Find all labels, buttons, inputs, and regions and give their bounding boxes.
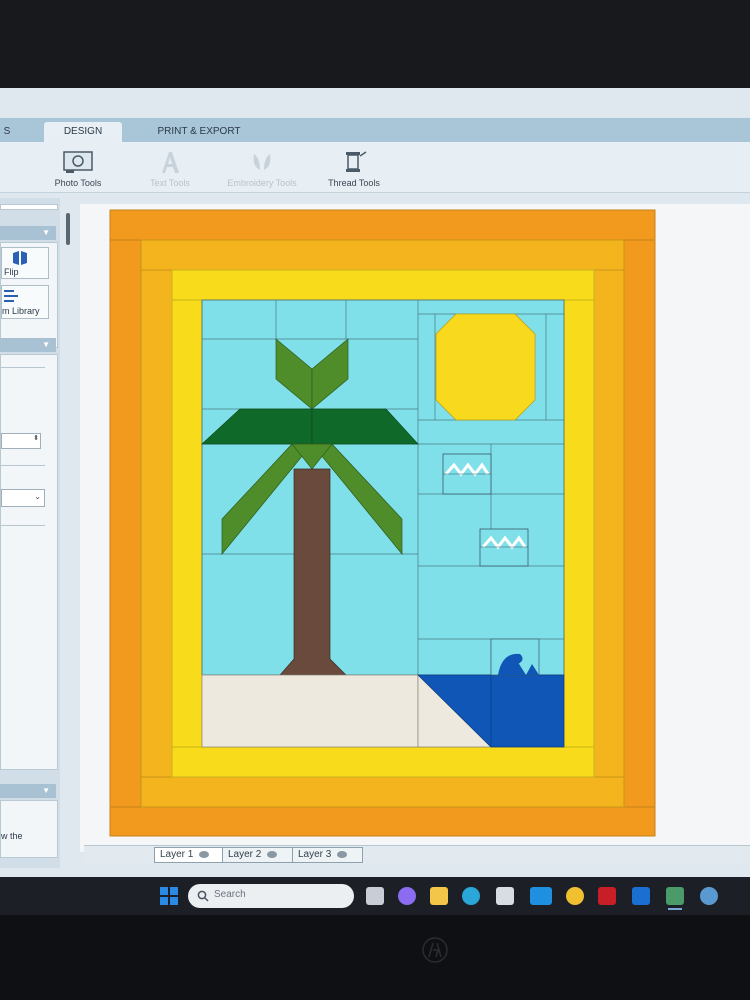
taskbar-search-box[interactable]: Search [188,884,354,908]
library-label: m Library [2,306,40,316]
spinner-icon[interactable]: ⬍ [33,434,39,442]
text-a-icon [162,152,179,173]
tab-previous[interactable]: S [0,122,14,142]
panel-strip [0,204,58,210]
sun [435,313,536,421]
wave [490,638,540,676]
outlook-icon[interactable] [632,887,650,905]
chevron-down-icon[interactable]: ▼ [42,786,50,795]
help-panel: w the [0,800,58,858]
search-placeholder: Search [214,889,246,900]
mcafee-icon[interactable] [598,887,616,905]
flip-button[interactable]: Flip [1,247,49,279]
design-canvas[interactable] [80,204,750,852]
dropdown-select[interactable]: ⌄ [1,489,45,507]
copilot-icon[interactable] [398,887,416,905]
divider [1,525,45,526]
ribbon-toolbar: ers Photo Tools Text Tools Embroidery To… [0,142,750,193]
transform-panel: Flip m Library [0,242,58,348]
store-icon[interactable] [496,887,514,905]
task-view-icon[interactable] [366,887,384,905]
windows-taskbar: Search [0,877,750,915]
tab-design[interactable]: DESIGN [44,122,122,142]
number-stepper[interactable]: ⬍ [1,433,41,449]
flip-icon [13,251,27,265]
layer-tabs: Layer 1 Layer 2 Layer 3 [84,845,750,864]
eye-icon[interactable] [267,850,278,858]
chrome-icon[interactable] [566,887,584,905]
embroidery-tools-label: Embroidery Tools [227,178,297,188]
embroidery-tools-button[interactable]: Embroidery Tools [212,144,312,190]
layer-1-label: Layer 1 [160,849,194,860]
search-icon [197,890,209,902]
app-window: S DESIGN PRINT & EXPORT ers Photo Tools … [0,88,750,878]
seagull-2 [479,528,529,567]
left-panel: ▼ Flip m Library ▼ ⬍ ⌄ ▼ w the [0,198,60,868]
layer-2-tab[interactable]: Layer 2 [222,847,293,863]
palette-icon[interactable] [700,887,718,905]
app-icon[interactable] [530,887,552,905]
edge-browser-icon[interactable] [462,887,480,905]
chevron-down-icon[interactable]: ▼ [42,340,50,349]
sand [201,674,419,748]
quilt-design [109,209,656,837]
library-button[interactable]: m Library [1,285,49,319]
divider [1,465,45,466]
quilting-app-icon[interactable] [666,887,684,905]
file-explorer-icon[interactable] [430,887,448,905]
chevron-down-icon[interactable]: ▼ [42,228,50,237]
panel-header-properties[interactable]: ▼ [0,338,56,352]
photo-tools-label: Photo Tools [54,178,102,188]
eye-icon[interactable] [199,850,210,858]
cut-off-tool[interactable]: ers [0,144,14,190]
thread-tools-label: Thread Tools [328,178,380,188]
panel-header-help[interactable]: ▼ [0,784,56,798]
hp-logo-icon [422,937,448,963]
layer-3-label: Layer 3 [298,849,332,860]
layer-1-tab[interactable]: Layer 1 [154,847,223,863]
thread-spool-icon [346,151,367,172]
photo-tools-button[interactable]: Photo Tools [28,144,128,190]
embroidery-icon [253,154,271,170]
flip-label: Flip [4,267,19,277]
layer-3-tab[interactable]: Layer 3 [292,847,363,863]
active-indicator [668,908,682,910]
layer-2-label: Layer 2 [228,849,262,860]
text-tools-button[interactable]: Text Tools [120,144,220,190]
properties-panel: ⬍ ⌄ [0,354,58,770]
seagull-1 [442,453,492,495]
text-tools-label: Text Tools [150,178,190,188]
align-icon [4,290,18,302]
chevron-down-icon[interactable]: ⌄ [34,492,41,501]
tab-print-export[interactable]: PRINT & EXPORT [150,122,248,142]
monitor-bezel [0,0,750,88]
windows-start-icon[interactable] [160,887,178,905]
eye-icon[interactable] [337,850,348,858]
divider [1,367,45,368]
vertical-scrollbar[interactable] [66,213,70,245]
thread-tools-button[interactable]: Thread Tools [304,144,404,190]
panel-header-transform[interactable]: ▼ [0,226,56,240]
help-text: w the [1,831,23,841]
monitor-bottom-bezel [0,915,750,1000]
tab-bar: S DESIGN PRINT & EXPORT [0,118,750,142]
photo-icon [63,151,93,173]
